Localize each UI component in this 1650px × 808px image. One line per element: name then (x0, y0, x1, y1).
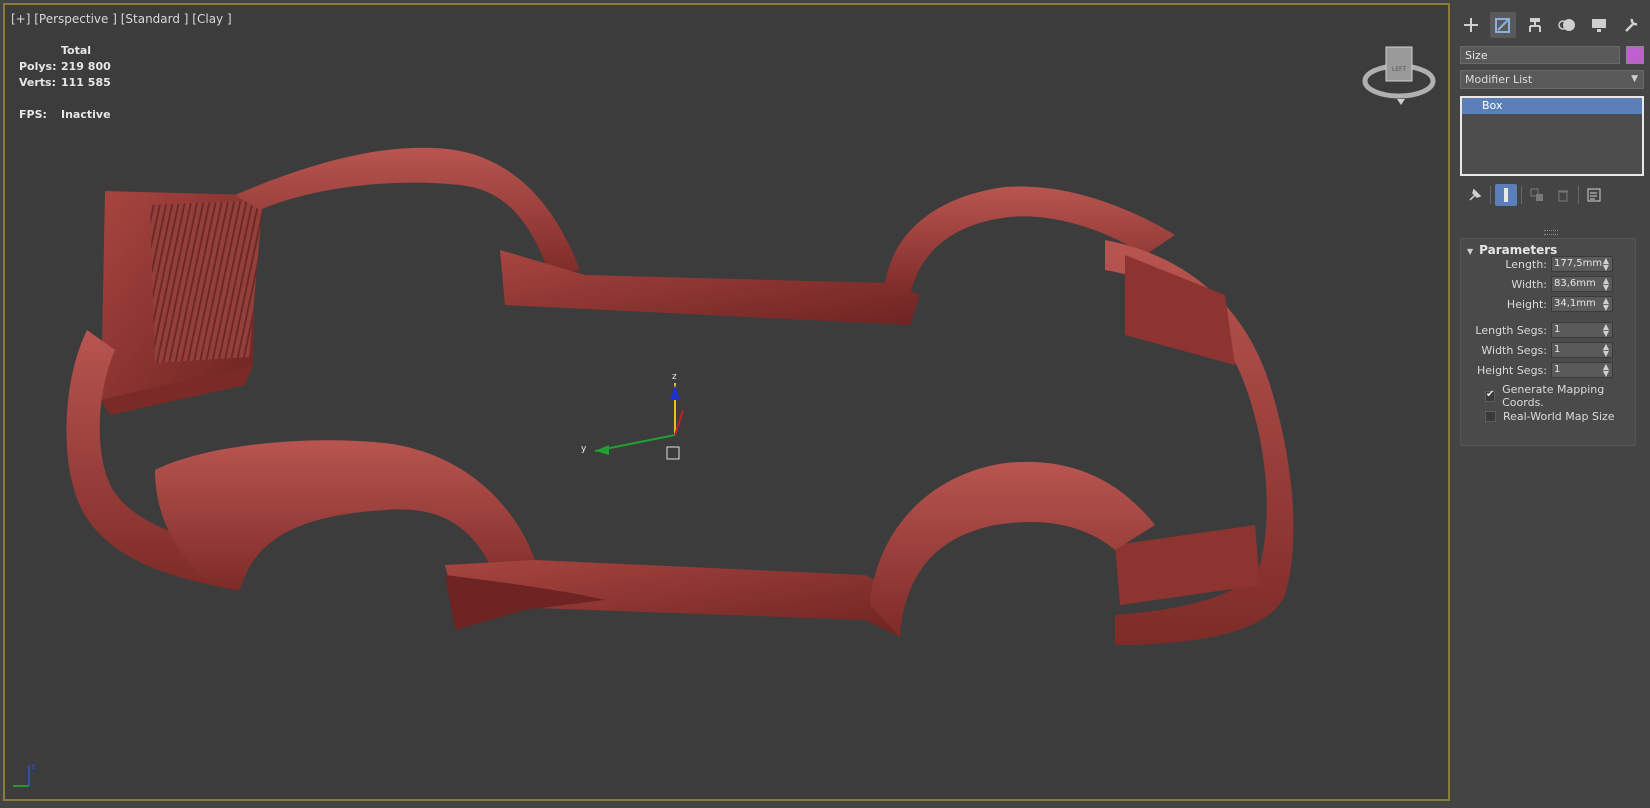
configure-sets-button[interactable] (1583, 184, 1605, 206)
height-segs-label: Height Segs: (1476, 363, 1547, 377)
hierarchy-icon (1529, 18, 1541, 32)
height-value: 34,1mm (1554, 298, 1596, 309)
world-axis-icon: z (13, 762, 35, 787)
trash-icon (1558, 190, 1568, 202)
object-name-field[interactable] (1460, 46, 1620, 64)
gizmo-y-label: y (581, 444, 587, 454)
remove-modifier-button[interactable] (1552, 184, 1574, 206)
viewcube-face-label: LEFT (1392, 66, 1406, 73)
body-kit-model[interactable]: z y (5, 5, 1448, 799)
real-world-map-size-option[interactable]: Real-World Map Size (1485, 407, 1615, 425)
real-world-map-checkbox[interactable] (1485, 410, 1496, 422)
configure-icon (1587, 188, 1601, 202)
hierarchy-tab[interactable] (1522, 12, 1548, 38)
real-world-map-label: Real-World Map Size (1503, 409, 1615, 423)
width-segs-label: Width Segs: (1481, 343, 1547, 357)
make-unique-button[interactable] (1526, 184, 1548, 206)
width-spinner[interactable]: 83,6mm ▲ ▼ (1551, 276, 1613, 292)
create-icon (1464, 18, 1478, 32)
chevron-down-icon: ▼ (1631, 74, 1638, 84)
transform-gizmo[interactable]: z y (581, 372, 684, 460)
spinner-arrows-icon[interactable]: ▲ ▼ (1603, 257, 1609, 272)
perspective-viewport[interactable]: [+] [Perspective ] [Standard ] [Clay ] T… (3, 3, 1450, 801)
motion-tab[interactable] (1554, 12, 1580, 38)
length-spinner[interactable]: 177,5mm ▲ ▼ (1551, 256, 1613, 272)
generate-mapping-label: Generate Mapping Coords. (1502, 383, 1605, 409)
spinner-arrows-icon[interactable]: ▲ ▼ (1603, 363, 1609, 378)
panel-resize-grip[interactable] (1544, 230, 1558, 235)
length-segs-value: 1 (1554, 324, 1561, 335)
modifier-list-dropdown[interactable]: Modifier List ▼ (1460, 70, 1644, 89)
length-segs-spinner[interactable]: 1 ▲ ▼ (1551, 322, 1613, 338)
generate-mapping-checkbox[interactable] (1485, 389, 1496, 402)
height-segs-spinner[interactable]: 1 ▲ ▼ (1551, 362, 1613, 378)
collapse-triangle-icon: ▼ (1467, 247, 1474, 256)
rear-fender-top[interactable] (235, 147, 580, 275)
viewcube[interactable]: LEFT (1361, 41, 1437, 107)
rear-spoiler[interactable] (101, 191, 263, 415)
svg-text:z: z (31, 762, 35, 771)
modifier-stack[interactable]: Box (1460, 96, 1644, 176)
spinner-arrows-icon[interactable]: ▲ ▼ (1603, 297, 1609, 312)
width-segs-value: 1 (1554, 344, 1561, 355)
create-tab[interactable] (1458, 12, 1484, 38)
modify-tab[interactable] (1490, 12, 1516, 38)
utilities-icon (1625, 18, 1638, 32)
front-fender-bottom[interactable] (870, 461, 1155, 637)
modify-icon (1495, 18, 1510, 33)
height-spinner[interactable]: 34,1mm ▲ ▼ (1551, 296, 1613, 312)
length-label: Length: (1505, 257, 1547, 271)
spinner-arrows-icon[interactable]: ▲ ▼ (1603, 323, 1609, 338)
width-label: Width: (1511, 277, 1547, 291)
length-segs-label: Length Segs: (1475, 323, 1547, 337)
command-panel: Modifier List ▼ Box ▼Parameters Length: (1452, 0, 1650, 808)
end-result-icon (1504, 188, 1508, 202)
object-color-swatch[interactable] (1626, 46, 1644, 64)
display-tab[interactable] (1586, 12, 1612, 38)
parameters-rollout: ▼ Parameters Length: 177,5mm ▲ ▼ Width: 83,… (1460, 238, 1636, 446)
spinner-arrows-icon[interactable]: ▲ ▼ (1603, 343, 1609, 358)
display-icon (1592, 19, 1606, 32)
modifier-list-label: Modifier List (1465, 73, 1533, 86)
width-segs-spinner[interactable]: 1 ▲ ▼ (1551, 342, 1613, 358)
stack-toolbar (1464, 184, 1605, 206)
generate-mapping-coords-option[interactable]: Generate Mapping Coords. (1485, 383, 1635, 409)
spinner-arrows-icon[interactable]: ▲ ▼ (1603, 277, 1609, 292)
make-unique-icon (1530, 188, 1543, 201)
stack-item-box[interactable]: Box (1462, 98, 1642, 114)
height-label: Height: (1506, 297, 1547, 311)
height-segs-value: 1 (1554, 364, 1561, 375)
length-value: 177,5mm (1554, 258, 1603, 269)
show-end-result-button[interactable] (1495, 184, 1517, 206)
motion-icon (1558, 19, 1575, 31)
width-value: 83,6mm (1554, 278, 1596, 289)
gizmo-z-label: z (672, 372, 677, 382)
command-panel-tabs (1458, 12, 1644, 38)
pin-icon (1469, 188, 1482, 201)
pin-stack-button[interactable] (1464, 184, 1486, 206)
utilities-tab[interactable] (1618, 12, 1644, 38)
